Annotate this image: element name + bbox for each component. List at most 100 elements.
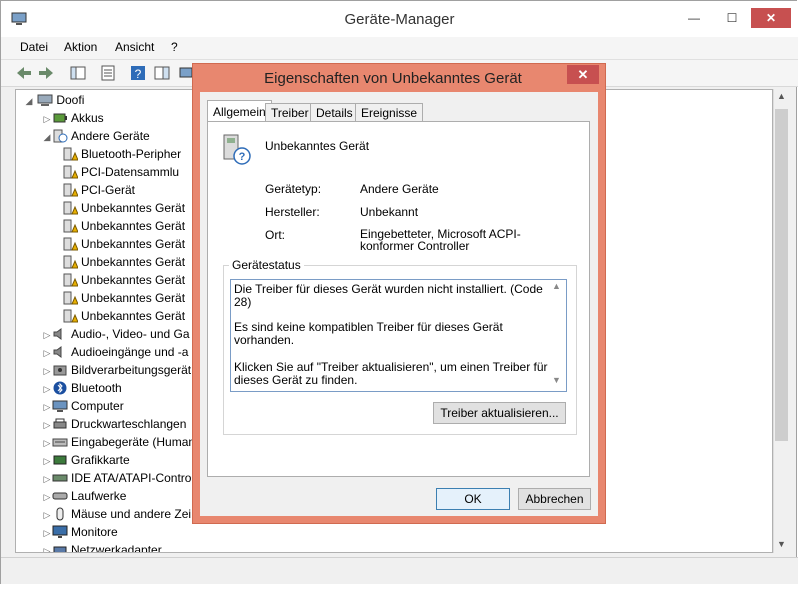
tree-item-label: Andere Geräte: [71, 129, 150, 143]
tree-item[interactable]: ▷ Netzwerkadapter: [24, 541, 195, 552]
ok-button[interactable]: OK: [436, 488, 510, 510]
menu-ansicht[interactable]: Ansicht: [115, 40, 154, 54]
title-bar[interactable]: Geräte-Manager — ☐: [1, 1, 798, 37]
tree-item[interactable]: ▷ Monitore: [24, 523, 195, 541]
warning-device-icon: [62, 237, 79, 251]
menu-aktion[interactable]: Aktion: [64, 40, 97, 54]
back-arrow-icon[interactable]: [15, 64, 33, 82]
tree-item-label: Unbekanntes Gerät: [81, 201, 186, 215]
tree-item[interactable]: Bluetooth-Peripher: [24, 145, 195, 163]
expand-arrow-icon[interactable]: ▷: [42, 542, 52, 552]
status-scrollbar[interactable]: ▲ ▼: [549, 281, 565, 390]
dialog-title: Eigenschaften von Unbekanntes Gerät: [264, 70, 522, 87]
status-line-2: Es sind keine kompatiblen Treiber für di…: [234, 320, 503, 347]
expand-arrow-icon[interactable]: ▷: [42, 416, 52, 434]
monitor-icon: [52, 525, 68, 539]
tree-item[interactable]: ▷ Grafikkarte: [24, 451, 195, 469]
tree-rows: ◢ Doofi ▷ Akkus ◢ Andere Geräte Bluetooth-Pe…: [24, 91, 196, 552]
tree-item[interactable]: ▷ Druckwarteschlangen: [24, 415, 195, 433]
collapse-arrow-icon[interactable]: ◢: [24, 92, 34, 110]
warning-device-icon: [62, 183, 79, 197]
scroll-down-icon[interactable]: ▼: [777, 539, 786, 549]
tab-allgemein[interactable]: Allgemein: [207, 100, 272, 122]
forward-arrow-icon[interactable]: [37, 64, 55, 82]
tree-item[interactable]: ▷ Eingabegeräte (Human: [24, 433, 196, 452]
tree-item[interactable]: Unbekanntes Gerät: [24, 307, 195, 325]
prop-label-ort: Ort:: [265, 228, 285, 242]
tree-item[interactable]: ▷ Computer: [24, 397, 195, 415]
tree-item[interactable]: Unbekanntes Gerät: [24, 217, 195, 235]
expand-arrow-icon[interactable]: ▷: [42, 452, 52, 470]
bluetooth-icon: [52, 381, 68, 395]
close-button[interactable]: ✕: [751, 8, 791, 28]
tree-item[interactable]: ▷ Mäuse und andere Zei: [24, 505, 195, 523]
expand-arrow-icon[interactable]: ▷: [42, 524, 52, 542]
speaker-icon: [52, 345, 68, 359]
device-name: Unbekanntes Gerät: [265, 139, 370, 153]
tree-item[interactable]: Unbekanntes Gerät: [24, 253, 195, 271]
expand-arrow-icon[interactable]: ▷: [42, 362, 52, 380]
scroll-up-icon[interactable]: ▲: [777, 91, 786, 101]
prop-label-geraetetyp: Gerätetyp:: [265, 182, 322, 196]
tree-item[interactable]: ▷ IDE ATA/ATAPI-Contro: [24, 469, 195, 487]
tree-item-label: Eingabegeräte (Human: [71, 435, 196, 449]
tree-item[interactable]: Unbekanntes Gerät: [24, 199, 195, 217]
tree-item[interactable]: PCI-Gerät: [24, 181, 195, 199]
tree-item[interactable]: Unbekanntes Gerät: [24, 271, 195, 289]
status-line-3: Klicken Sie auf "Treiber aktualisieren",…: [234, 360, 548, 387]
expand-arrow-icon[interactable]: ▷: [42, 488, 52, 506]
tree-item[interactable]: ▷ Bildverarbeitungsgerät: [24, 361, 195, 379]
menu-help[interactable]: ?: [171, 40, 178, 54]
tree-item[interactable]: ▷ Audioeingänge und -a: [24, 343, 195, 361]
tree-item[interactable]: PCI-Datensammlu: [24, 163, 195, 181]
input-device-icon: [52, 435, 68, 449]
device-status-text: Die Treiber für dieses Gerät wurden nich…: [234, 283, 550, 399]
expand-arrow-icon[interactable]: ▷: [42, 398, 52, 416]
tree-item[interactable]: ▷ Akkus: [24, 109, 195, 127]
menu-datei[interactable]: Datei: [20, 40, 48, 54]
cancel-button[interactable]: Abbrechen: [518, 488, 591, 510]
prop-value-geraetetyp: Andere Geräte: [360, 182, 439, 196]
update-driver-button[interactable]: Treiber aktualisieren...: [433, 402, 566, 424]
tree-item[interactable]: ▷ Bluetooth: [24, 379, 195, 397]
tab-details[interactable]: Details: [310, 103, 359, 121]
tree-item-label: Audioeingänge und -a: [71, 345, 189, 359]
help-icon[interactable]: ?: [129, 64, 147, 82]
maximize-button[interactable]: ☐: [719, 9, 745, 27]
expand-arrow-icon[interactable]: ▷: [42, 110, 52, 128]
collapse-arrow-icon[interactable]: ◢: [42, 128, 52, 146]
expand-arrow-icon[interactable]: ▷: [42, 506, 52, 524]
warning-device-icon: [62, 219, 79, 233]
action-pane-icon[interactable]: [153, 64, 171, 82]
status-scroll-down-icon[interactable]: ▼: [552, 375, 561, 385]
tree-root[interactable]: ◢ Doofi: [24, 91, 195, 109]
warning-device-icon: [62, 291, 79, 305]
tree-item-label: Druckwarteschlangen: [71, 417, 187, 431]
tree-item[interactable]: ▷ Laufwerke: [24, 487, 195, 505]
warning-device-icon: [62, 147, 79, 161]
dialog-close-button[interactable]: ✕: [567, 65, 599, 84]
tab-ereignisse[interactable]: Ereignisse: [355, 103, 424, 121]
expand-arrow-icon[interactable]: ▷: [42, 470, 52, 488]
warning-device-icon: [62, 201, 79, 215]
properties-icon[interactable]: [99, 64, 117, 82]
expand-arrow-icon[interactable]: ▷: [42, 326, 52, 344]
status-scroll-up-icon[interactable]: ▲: [552, 281, 561, 291]
tree-item-label: Computer: [71, 399, 124, 413]
disk-drive-icon: [52, 489, 68, 503]
tree-item[interactable]: Unbekanntes Gerät: [24, 235, 195, 253]
status-line-1: Die Treiber für dieses Gerät wurden nich…: [234, 282, 543, 309]
expand-arrow-icon[interactable]: ▷: [42, 434, 52, 452]
expand-arrow-icon[interactable]: ▷: [42, 344, 52, 362]
tree-item-label: PCI-Datensammlu: [81, 165, 180, 179]
tree-item[interactable]: ▷ Audio-, Video- und Ga: [24, 325, 195, 343]
expand-arrow-icon[interactable]: ▷: [42, 380, 52, 398]
display-adapter-icon: [52, 453, 68, 467]
show-hide-console-tree-icon[interactable]: [69, 64, 87, 82]
tree-scroll-thumb[interactable]: [775, 109, 788, 441]
tree-item[interactable]: Unbekanntes Gerät: [24, 289, 195, 307]
tree-item[interactable]: ◢ Andere Geräte: [24, 127, 195, 145]
tab-treiber[interactable]: Treiber: [265, 103, 315, 121]
minimize-button[interactable]: —: [681, 9, 707, 27]
tree-item-label: Unbekanntes Gerät: [81, 309, 186, 323]
